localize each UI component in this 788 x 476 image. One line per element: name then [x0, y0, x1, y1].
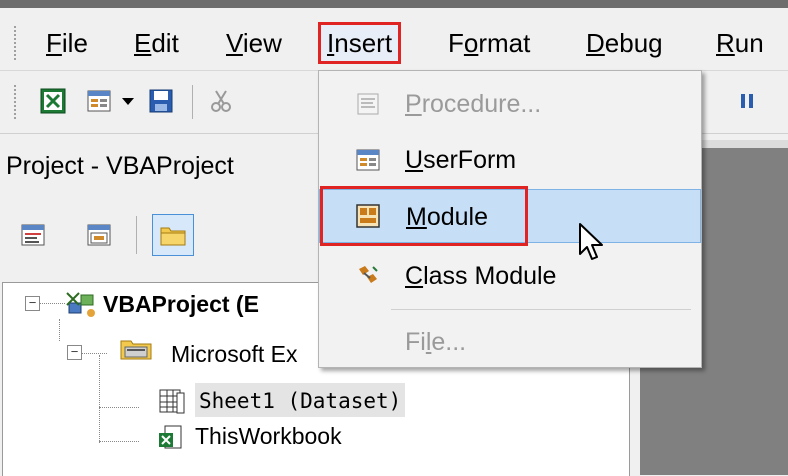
menu-format-pre: F: [448, 28, 464, 58]
break-icon[interactable]: [734, 88, 760, 114]
project-explorer-toolbar: [0, 200, 318, 270]
project-explorer-title: Project - VBAProject: [0, 140, 324, 192]
insert-menu-separator: [391, 309, 691, 310]
insert-class-module-key: C: [405, 262, 424, 290]
menu-insert[interactable]: Insert: [318, 22, 402, 64]
menu-run-key: R: [716, 28, 735, 58]
procedure-icon: [357, 93, 379, 115]
collapse-folder-toggle[interactable]: −: [67, 345, 82, 360]
insert-module-item[interactable]: Module: [319, 186, 701, 246]
menu-debug-post: ebug: [604, 28, 663, 58]
tree-item-thisworkbook[interactable]: ThisWorkbook: [195, 419, 342, 453]
excel-objects-folder-icon: [120, 340, 152, 360]
mouse-pointer-icon: [579, 223, 603, 260]
menu-view[interactable]: View: [222, 25, 286, 61]
menu-file-key: F: [46, 28, 62, 58]
toggle-folders-button[interactable]: [152, 214, 194, 256]
worksheet-icon: [159, 389, 185, 414]
dropdown-arrow-icon[interactable]: [118, 88, 138, 114]
menu-format-key: o: [463, 28, 479, 58]
cut-icon[interactable]: [208, 88, 234, 114]
menu-edit-post: dit: [151, 28, 179, 58]
insert-file-label: File...: [405, 315, 466, 369]
insert-userform-icon[interactable]: [86, 88, 112, 114]
window-top-strip: [0, 0, 788, 8]
class-module-icon: [359, 266, 378, 283]
menu-bar: File Edit View Insert Format Debug Run: [0, 8, 788, 71]
insert-menu-dropdown: Procedure... UserForm Module Class Modul…: [318, 70, 702, 368]
menu-edit-key: E: [134, 28, 152, 58]
toolbar-grip[interactable]: [14, 85, 22, 119]
menu-insert-post: nsert: [334, 28, 393, 58]
save-icon[interactable]: [148, 88, 174, 114]
insert-userform-key: U: [405, 146, 424, 174]
insert-file-item[interactable]: File...: [319, 315, 701, 369]
menu-view-key: V: [226, 28, 243, 58]
view-excel-icon[interactable]: [40, 88, 66, 114]
insert-userform-label: UserForm: [405, 133, 516, 187]
tree-item-vbaproject[interactable]: VBAProject (E: [103, 287, 259, 321]
tree-connector: [99, 441, 139, 442]
insert-class-module-rest: lass Module: [423, 262, 557, 290]
menu-run-post: un: [734, 28, 764, 58]
vbaproject-icon: [66, 292, 95, 317]
tree-item-sheet1[interactable]: Sheet1 (Dataset): [195, 383, 406, 417]
workbook-icon: [159, 425, 182, 449]
tree-connector: [99, 355, 100, 443]
insert-class-module-item[interactable]: Class Module: [319, 249, 701, 303]
view-object-icon[interactable]: [86, 222, 112, 248]
toolbar-separator: [192, 85, 193, 119]
tree-connector: [81, 353, 107, 354]
menu-debug-key: D: [586, 28, 605, 58]
folder-icon: [160, 227, 186, 246]
insert-userform-rest: serForm: [423, 146, 517, 174]
insert-procedure-rest: rocedure...: [421, 90, 542, 118]
tree-connector: [59, 319, 60, 341]
menu-run[interactable]: Run: [712, 25, 768, 61]
tree-connector: [99, 407, 139, 408]
insert-procedure-key: P: [405, 90, 422, 118]
insert-procedure-item[interactable]: Procedure...: [319, 77, 701, 131]
view-code-icon[interactable]: [20, 222, 46, 248]
insert-class-module-label: Class Module: [405, 249, 556, 303]
insert-file-pre: Fi: [405, 328, 426, 356]
menu-format-post: rmat: [478, 28, 531, 58]
module-red-highlight-box: [320, 186, 528, 246]
tree-connector: [39, 303, 65, 304]
menu-format[interactable]: Format: [444, 25, 534, 61]
menu-view-post: iew: [242, 28, 282, 58]
collapse-root-toggle[interactable]: −: [25, 296, 40, 311]
menu-file-post: ile: [61, 28, 88, 58]
project-toolbar-separator: [136, 216, 137, 254]
insert-procedure-label: Procedure...: [405, 77, 541, 131]
tree-item-sheet1-label: Sheet1 (Dataset): [199, 389, 402, 413]
tree-item-excel-objects[interactable]: Microsoft Ex: [171, 337, 298, 371]
menu-edit[interactable]: Edit: [130, 25, 183, 61]
insert-userform-item[interactable]: UserForm: [319, 133, 701, 187]
menubar-grip[interactable]: [14, 26, 22, 60]
menu-debug[interactable]: Debug: [582, 25, 667, 61]
insert-file-post: e...: [431, 328, 467, 356]
userform-icon: [356, 149, 380, 171]
menu-file[interactable]: File: [42, 25, 92, 61]
